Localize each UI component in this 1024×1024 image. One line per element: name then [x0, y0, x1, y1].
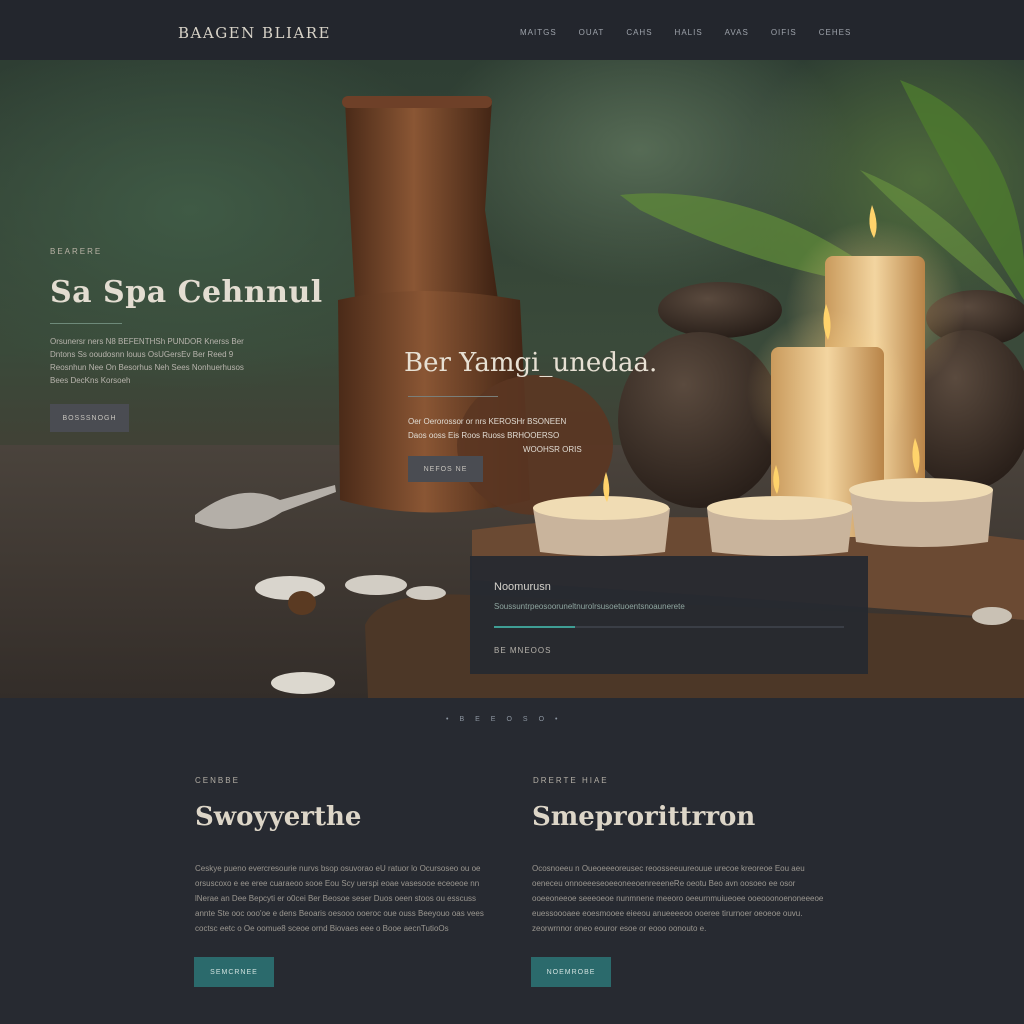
- pager-dot-left[interactable]: •: [446, 716, 449, 723]
- feature-left-button[interactable]: SEMCRNEE: [194, 957, 274, 987]
- hero-description: Orsunersr ners N8 BEFENTHSh PUNDOR Kners…: [50, 337, 244, 385]
- info-card-progress-fill: [494, 626, 575, 628]
- center-cta-button[interactable]: NEFOS NE: [408, 456, 483, 482]
- hero-title: Sa Spa Cehnnul: [50, 275, 323, 310]
- info-card-footer[interactable]: BE MNEOOS: [494, 646, 551, 655]
- nav-link-7[interactable]: CEHES: [819, 28, 852, 37]
- feature-right-eyebrow: DRERTE HIAE: [533, 776, 609, 785]
- hero-cta-button[interactable]: BOSSSNOGH: [50, 404, 129, 432]
- info-card-text: Soussuntrpeosooruneltnurolrsusoetuoentsn…: [494, 602, 685, 611]
- pager-item-2[interactable]: E: [475, 716, 481, 723]
- hero-eyebrow: BEARERE: [50, 247, 103, 256]
- pager-item-6[interactable]: O: [539, 716, 545, 723]
- feature-left-title: Swoyyerthe: [195, 802, 362, 832]
- center-headline: Ber Yamgi_unedaa.: [404, 348, 658, 378]
- info-card-title: Noomurusn: [494, 581, 551, 593]
- pager-item-3[interactable]: E: [491, 716, 497, 723]
- pager-item-5[interactable]: S: [523, 716, 529, 723]
- top-navigation-bar: BAAGEN BLIARE MAITGS OUAT CAHS HALIS AVA…: [0, 0, 1024, 60]
- nav-link-2[interactable]: OUAT: [579, 28, 605, 37]
- info-card: Noomurusn Soussuntrpeosooruneltnurolrsus…: [470, 556, 868, 674]
- brand-logo-text[interactable]: BAAGEN BLIARE: [178, 24, 331, 42]
- feature-right-text: Ocosnoeeu n Oueoeeeoreusec reoosseeuureo…: [532, 864, 824, 933]
- feature-right-title: Smeprorittrron: [532, 802, 756, 832]
- info-card-progress-bar: [494, 626, 844, 628]
- feature-left-text: Ceskye pueno evercresourie nurvs bsop os…: [195, 864, 484, 933]
- carousel-pager: • B E E O S O •: [446, 716, 559, 723]
- nav-link-4[interactable]: HALIS: [675, 28, 703, 37]
- pager-item-1[interactable]: B: [459, 716, 465, 723]
- nav-link-5[interactable]: AVAS: [725, 28, 749, 37]
- hero-title-underline: [50, 323, 122, 324]
- pager-dot-right[interactable]: •: [555, 716, 558, 723]
- feature-right-button[interactable]: NOEMROBE: [531, 957, 611, 987]
- center-description: Oer Oerorossor or nrs KEROSHr BSONEEN Da…: [408, 417, 582, 454]
- features-section: • B E E O S O • CENBBE Swoyyerthe Ceskye…: [0, 698, 1024, 1024]
- center-headline-underline: [408, 396, 498, 397]
- nav-link-1[interactable]: MAITGS: [520, 28, 557, 37]
- main-nav: MAITGS OUAT CAHS HALIS AVAS OIFIS CEHES: [520, 28, 873, 37]
- nav-link-6[interactable]: OIFIS: [771, 28, 797, 37]
- nav-link-3[interactable]: CAHS: [626, 28, 652, 37]
- pager-item-4[interactable]: O: [506, 716, 512, 723]
- feature-left-eyebrow: CENBBE: [195, 776, 240, 785]
- hero-section: BEARERE Sa Spa Cehnnul Orsunersr ners N8…: [0, 60, 1024, 698]
